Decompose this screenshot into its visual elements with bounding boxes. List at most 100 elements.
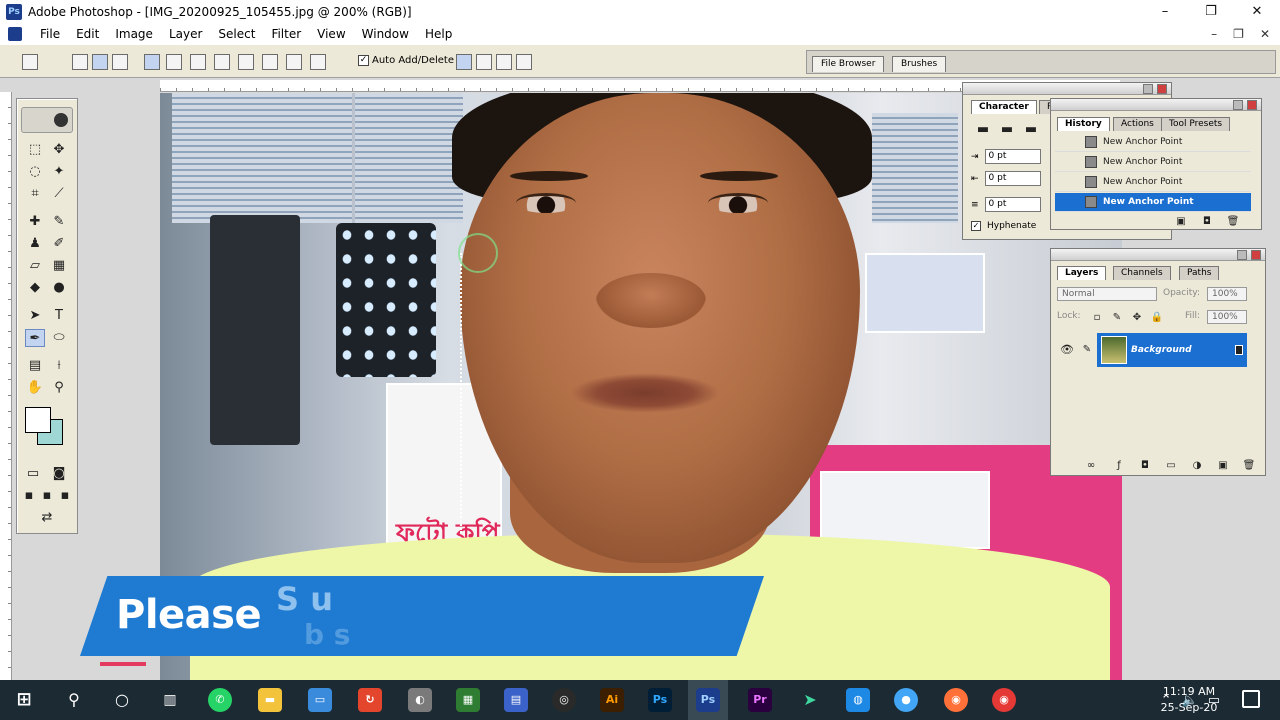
pen-tool-icon[interactable] [144,54,160,70]
eyedropper-icon[interactable]: ⟊ [49,357,69,375]
lock-all-icon[interactable]: 🔒 [1147,309,1167,327]
pen-tool-preset-icon[interactable] [22,54,38,70]
indent-first-line-field[interactable]: 0 pt [984,171,1041,186]
space-before-field[interactable]: 0 pt [984,197,1041,212]
layers-panel-titlebar[interactable] [1051,249,1265,261]
lock-brush-icon[interactable]: ✎ [1107,309,1127,327]
clone-stamp-icon[interactable]: ♟ [25,235,45,253]
paths-mode-icon[interactable] [92,54,108,70]
history-state[interactable]: New Anchor Point [1055,133,1251,152]
link-layers-icon[interactable]: ∞ [1081,457,1101,475]
app-icon[interactable]: ▭ [308,688,332,712]
shape-layers-icon[interactable] [72,54,88,70]
screen-mode-standard-icon[interactable]: ▪ [21,487,37,505]
adjustment-layer-icon[interactable]: ◑ [1187,457,1207,475]
tab-channels[interactable]: Channels [1113,266,1171,280]
pen-tool-selected-icon[interactable]: ✒ [25,329,45,347]
crop-tool-icon[interactable]: ⌗ [25,185,45,203]
new-document-from-state-icon[interactable]: ▣ [1171,213,1191,231]
character-panel-titlebar[interactable] [963,83,1171,95]
indent-left-field[interactable]: 0 pt [984,149,1041,164]
trash-icon[interactable]: 🗑 [1223,213,1243,231]
close-button[interactable]: ✕ [1234,0,1280,24]
intersect-path-icon[interactable] [496,54,512,70]
marquee-tool-icon[interactable]: ⬚ [25,141,45,159]
menu-layer[interactable]: Layer [169,27,202,41]
opacity-field[interactable]: 100% [1207,287,1247,301]
align-center-icon[interactable]: ▬ [997,121,1017,139]
layers-minimize-button[interactable] [1237,250,1247,260]
menu-edit[interactable]: Edit [76,27,99,41]
app-icon[interactable]: ➤ [798,688,822,712]
pen-path[interactable] [460,253,480,533]
adobe-online-feather-icon[interactable] [21,107,73,133]
lock-move-icon[interactable]: ✥ [1127,309,1147,327]
align-right-icon[interactable]: ▬ [1021,121,1041,139]
blur-tool-icon[interactable]: ◆ [25,279,45,297]
app-icon[interactable]: ◍ [846,688,870,712]
cortana-icon[interactable]: ○ [110,688,134,712]
hand-tool-icon[interactable]: ✋ [25,379,45,397]
screen-mode-full-menu-icon[interactable]: ▪ [39,487,55,505]
doc-restore-button[interactable]: ❐ [1233,24,1244,44]
layer-row-background[interactable]: Background [1097,333,1247,367]
new-layer-icon[interactable]: ▣ [1213,457,1233,475]
lock-transparency-icon[interactable]: ▫ [1087,309,1107,327]
move-tool-icon[interactable]: ✥ [49,141,69,159]
menu-view[interactable]: View [317,27,345,41]
chrome-icon[interactable]: ◉ [992,688,1016,712]
gradient-tool-icon[interactable]: ▦ [49,257,69,275]
menu-file[interactable]: File [40,27,60,41]
doc-close-button[interactable]: ✕ [1260,24,1270,44]
ellipse-shape-icon[interactable] [238,54,254,70]
app-icon[interactable]: ◐ [408,688,432,712]
notification-center-icon[interactable] [1242,690,1260,708]
magic-wand-icon[interactable]: ✦ [49,163,69,181]
notes-tool-icon[interactable]: ▤ [25,357,45,375]
file-browser-tab[interactable]: File Browser [812,56,885,72]
tab-paths[interactable]: Paths [1179,266,1220,280]
fill-field[interactable]: 100% [1207,310,1247,324]
doc-minimize-button[interactable]: – [1211,24,1217,44]
app-icon[interactable]: ◎ [552,688,576,712]
restore-button[interactable]: ❐ [1188,0,1234,24]
illustrator-icon[interactable]: Ai [600,688,624,712]
rectangle-shape-icon[interactable] [190,54,206,70]
minimize-button[interactable]: – [1142,0,1188,24]
custom-shape-icon[interactable] [310,54,326,70]
premiere-icon[interactable]: Pr [748,688,772,712]
layers-close-button[interactable] [1251,250,1261,260]
tab-tool-presets[interactable]: Tool Presets [1161,117,1231,131]
brushes-tab[interactable]: Brushes [892,56,947,72]
menu-select[interactable]: Select [218,27,255,41]
slice-tool-icon[interactable]: ⟋ [49,185,69,203]
type-tool-icon[interactable]: T [49,307,69,325]
history-brush-icon[interactable]: ✐ [49,235,69,253]
panel-close-button[interactable] [1157,84,1167,94]
rounded-rectangle-icon[interactable] [214,54,230,70]
path-selection-icon[interactable]: ➤ [25,307,45,325]
healing-brush-icon[interactable]: ✚ [25,213,45,231]
auto-add-delete-checkbox[interactable]: ✓ [358,55,369,66]
delete-layer-icon[interactable]: 🗑 [1239,457,1259,475]
layer-style-icon[interactable]: ƒ [1109,457,1129,475]
jump-to-imageready-icon[interactable]: ⇄ [25,509,69,527]
firefox-icon[interactable]: ◉ [944,688,968,712]
layer-mask-icon[interactable]: ◘ [1135,457,1155,475]
layer-brush-link-icon[interactable]: ✎ [1077,341,1097,359]
taskbar-clock[interactable]: 11:19 AM 25-Sep-20 [1154,684,1224,716]
menu-window[interactable]: Window [362,27,409,41]
quick-mask-icon[interactable]: ◙ [49,465,69,483]
history-state[interactable]: New Anchor Point [1055,153,1251,172]
photoshop-active-icon[interactable]: Ps [696,688,720,712]
history-panel-titlebar[interactable] [1051,99,1261,111]
subtract-from-path-icon[interactable] [476,54,492,70]
windows-start-icon[interactable]: ⊞ [12,688,36,712]
layer-visibility-eye-icon[interactable]: 👁 [1057,341,1077,359]
shape-tool-icon[interactable]: ⬭ [49,329,69,347]
calculator-icon[interactable]: ▦ [456,688,480,712]
app-icon[interactable]: ↻ [358,688,382,712]
eraser-tool-icon[interactable]: ▱ [25,257,45,275]
tab-actions[interactable]: Actions [1113,117,1162,131]
tab-layers[interactable]: Layers [1057,266,1107,280]
